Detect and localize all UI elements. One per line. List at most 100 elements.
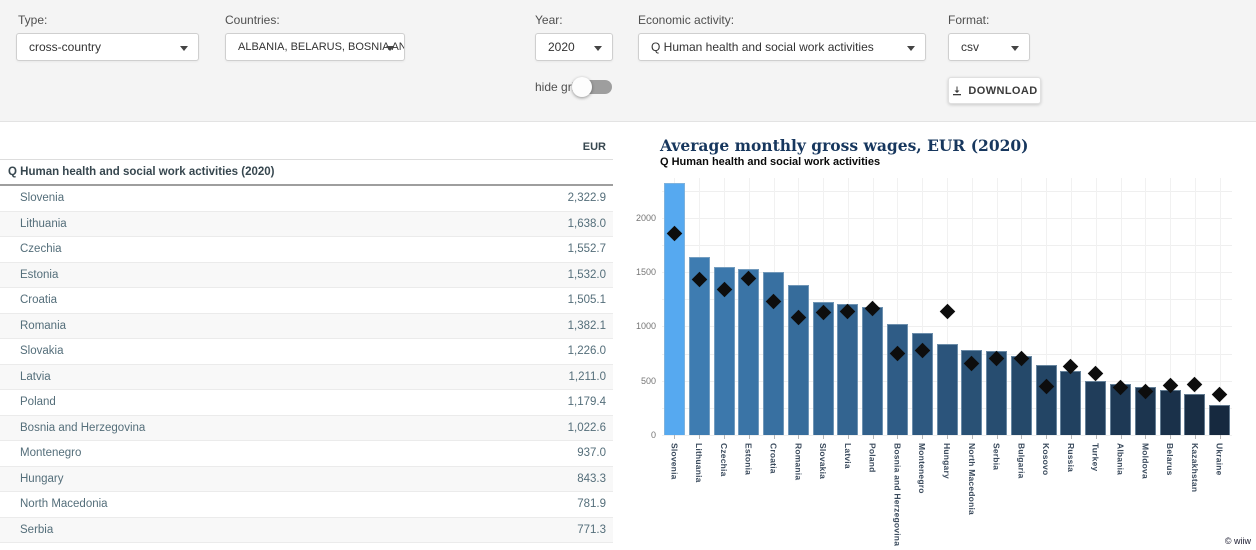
row-value: 1,638.0 [568,218,606,230]
bar[interactable] [738,269,759,435]
chevron-down-icon [1011,46,1019,51]
x-tick-label: North Macedonia [965,443,979,550]
countries-select-value: ALBANIA, BELARUS, BOSNIA AND [238,41,405,53]
x-tick-mark [922,435,923,439]
x-tick-label: Poland [866,443,880,550]
row-value: 1,505.1 [568,294,606,306]
x-tick-mark [699,435,700,439]
row-country: Slovenia [20,192,64,204]
y-tick-label: 2000 [616,213,656,223]
x-tick-label: Romania [791,443,805,550]
x-tick-label: Slovenia [667,443,681,550]
format-select[interactable]: csv [948,33,1030,61]
table-row: Hungary843.3 [0,467,613,493]
marker-diamond[interactable] [939,304,955,320]
row-value: 937.0 [577,447,606,459]
x-tick-label: Czechia [717,443,731,550]
bar[interactable] [937,344,958,436]
row-country: Romania [20,320,66,332]
row-country: Latvia [20,371,51,383]
year-select[interactable]: 2020 [535,33,613,61]
x-tick-label: Turkey [1089,443,1103,550]
table-rows: Slovenia2,322.9Lithuania1,638.0Czechia1,… [0,186,613,543]
y-tick-label: 1500 [616,267,656,277]
table-row: Latvia1,211.0 [0,365,613,391]
x-tick-label: Hungary [940,443,954,550]
bar[interactable] [664,183,685,435]
row-value: 1,179.4 [568,396,606,408]
row-value: 781.9 [577,498,606,510]
table-row: Croatia 1,505.1 [0,288,613,314]
row-value: 1,022.6 [568,422,606,434]
row-country: Slovakia [20,345,63,357]
table-row: North Macedonia781.9 [0,492,613,518]
chevron-down-icon [180,46,188,51]
table-row: Romania1,382.1 [0,314,613,340]
x-tick-mark [749,435,750,439]
bar[interactable] [887,324,908,435]
x-tick-label: Moldova [1138,443,1152,550]
download-icon [951,85,963,97]
x-tick-label: Croatia [767,443,781,550]
economic-activity-select[interactable]: Q Human health and social work activitie… [638,33,926,61]
row-country: Croatia [20,294,57,306]
bar[interactable] [1160,390,1181,435]
x-tick-label: Montenegro [915,443,929,550]
bar[interactable] [1209,405,1230,435]
x-tick-label: Latvia [841,443,855,550]
chevron-down-icon [386,46,394,51]
x-tick-mark [947,435,948,439]
type-select-value: cross-country [29,40,101,54]
bar[interactable] [1011,356,1032,435]
chart-plot-area: 0500100015002000SloveniaLithuaniaCzechia… [662,178,1232,435]
bar[interactable] [813,302,834,435]
x-tick-mark [774,435,775,439]
marker-diamond[interactable] [1088,366,1104,382]
x-tick-label: Estonia [742,443,756,550]
hide-grid-toggle[interactable] [572,76,612,96]
x-tick-label: Albania [1114,443,1128,550]
wages-dashboard: Type: cross-country Countries: ALBANIA, … [0,0,1256,550]
bar[interactable] [1036,365,1057,435]
row-value: 2,322.9 [568,192,606,204]
bar[interactable] [788,285,809,435]
x-tick-mark [798,435,799,439]
x-tick-mark [1195,435,1196,439]
x-tick-mark [1046,435,1047,439]
economic-activity-select-value: Q Human health and social work activitie… [651,40,874,54]
row-country: Poland [20,396,56,408]
x-tick-mark [1170,435,1171,439]
download-button[interactable]: DOWNLOAD [948,77,1041,104]
row-country: Bosnia and Herzegovina [20,422,145,434]
x-tick-label: Bosnia and Herzegovina [890,443,904,550]
wages-chart: Average monthly gross wages, EUR (2020) … [613,122,1256,550]
x-tick-label: Russia [1064,443,1078,550]
row-value: 1,226.0 [568,345,606,357]
x-tick-label: Lithuania [692,443,706,550]
table-section-header: Q Human health and social work activitie… [0,160,613,186]
bar[interactable] [862,307,883,435]
y-tick-label: 1000 [616,321,656,331]
x-tick-mark [848,435,849,439]
row-country: Czechia [20,243,62,255]
x-tick-mark [1121,435,1122,439]
row-country: Hungary [20,473,63,485]
row-value: 1,552.7 [568,243,606,255]
bar[interactable] [1184,394,1205,436]
bar[interactable] [1085,381,1106,436]
chevron-down-icon [907,46,915,51]
marker-diamond[interactable] [1187,377,1203,393]
type-select[interactable]: cross-country [16,33,199,61]
table-row: Montenegro937.0 [0,441,613,467]
economic-activity-label: Economic activity: [638,13,734,27]
x-tick-mark [1220,435,1221,439]
countries-select[interactable]: ALBANIA, BELARUS, BOSNIA AND [225,33,405,61]
bar[interactable] [837,304,858,435]
table-row: Slovakia 1,226.0 [0,339,613,365]
x-tick-mark [873,435,874,439]
marker-diamond[interactable] [1212,386,1228,402]
year-select-value: 2020 [548,40,575,54]
x-tick-label: Serbia [990,443,1004,550]
bar[interactable] [1060,371,1081,435]
x-tick-mark [997,435,998,439]
